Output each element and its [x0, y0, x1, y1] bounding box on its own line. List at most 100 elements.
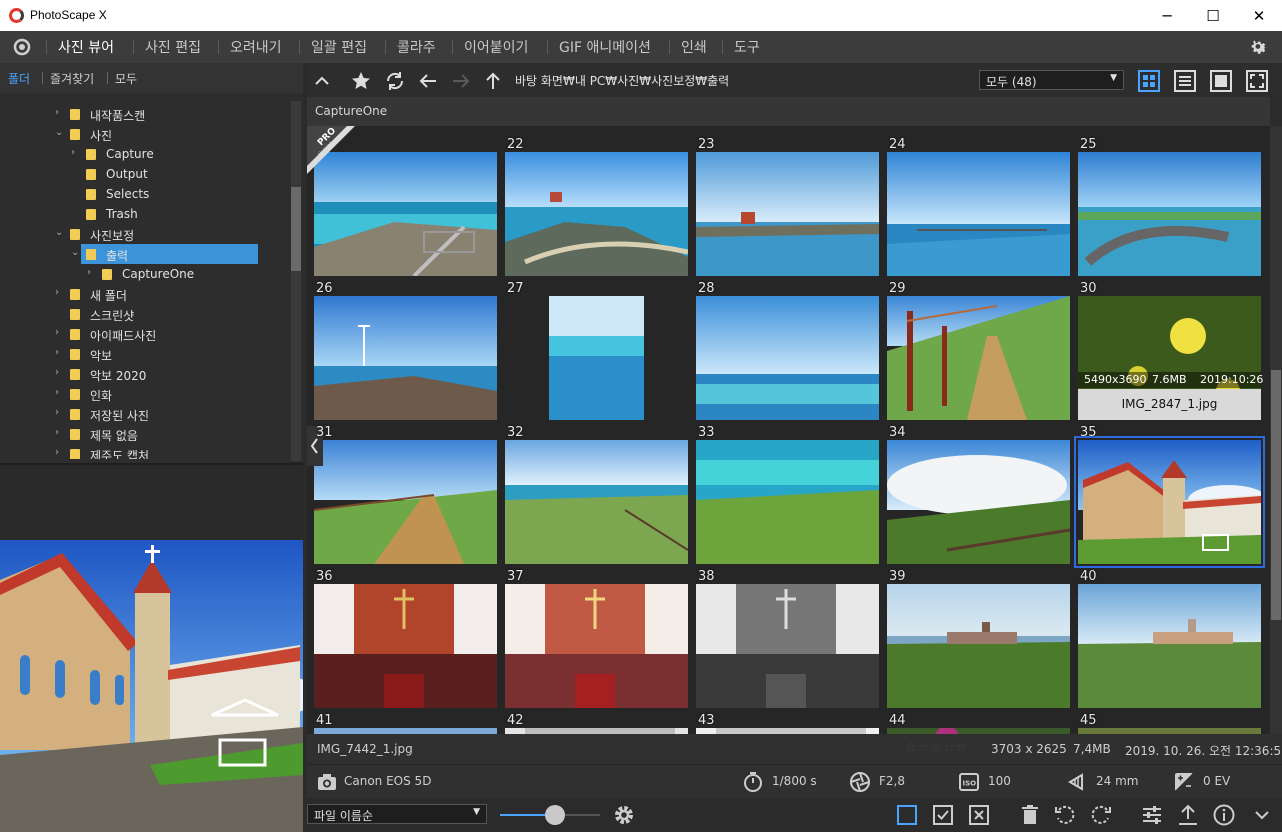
photoscape-logo-icon[interactable]	[12, 38, 32, 56]
folder-tree-item[interactable]: Selects	[0, 184, 290, 204]
close-button[interactable]: ✕	[1236, 0, 1282, 31]
thumbnail[interactable]: 42	[505, 713, 696, 734]
thumbnail[interactable]: 30 5490x3690 7.6MB 2019:10:26 IMG_2847_1.jpg	[1078, 281, 1269, 426]
folder-tree-item[interactable]: ⌄ 출력	[0, 244, 290, 264]
forward-arrow-icon[interactable]	[450, 70, 472, 92]
sort-dropdown[interactable]: 파일 이름순 ▼	[307, 804, 487, 824]
thumbnail[interactable]: 41	[314, 713, 505, 734]
expand-chevron-icon[interactable]: ›	[71, 147, 75, 158]
expand-down-chevron-icon[interactable]	[1250, 803, 1274, 827]
thumbnail-settings-gear-icon[interactable]	[612, 803, 636, 827]
thumbnail[interactable]: 31	[314, 425, 505, 570]
collapse-up-icon[interactable]	[311, 70, 333, 92]
thumbnail[interactable]: 32	[505, 425, 696, 570]
select-all-check-icon[interactable]	[931, 803, 955, 827]
share-export-icon[interactable]	[1176, 803, 1200, 827]
folder-tree-item[interactable]: › CaptureOne	[0, 264, 290, 284]
thumbnail[interactable]: 33	[696, 425, 887, 570]
thumbnail[interactable]: 23	[696, 137, 887, 282]
folder-tree-item[interactable]: › 제주도 캡처	[0, 444, 290, 459]
thumbnail[interactable]: 22	[505, 137, 696, 282]
list-view-icon[interactable]	[1174, 70, 1196, 92]
folder-tree-item[interactable]: › 내작품스캔	[0, 104, 290, 124]
thumbnail[interactable]: 40	[1078, 569, 1269, 714]
folder-tree-item[interactable]: › 악보	[0, 344, 290, 364]
folder-tree-item[interactable]: ⌄ 사진	[0, 124, 290, 144]
refresh-icon[interactable]	[384, 70, 406, 92]
thumbnail[interactable]: 29	[887, 281, 1078, 426]
fullscreen-icon[interactable]	[1246, 70, 1268, 92]
left-panel-tab[interactable]: 즐겨찾기	[50, 70, 94, 87]
thumbnail[interactable]: 34	[887, 425, 1078, 570]
thumbnail[interactable]: 26	[314, 281, 505, 426]
thumbnail[interactable]: 25	[1078, 137, 1269, 282]
filter-dropdown[interactable]: 모두 (48) ▼	[979, 70, 1124, 90]
minimize-button[interactable]: ─	[1144, 0, 1190, 31]
delete-trash-icon[interactable]	[1018, 803, 1042, 827]
thumbnail[interactable]: 44	[887, 713, 1078, 734]
grid-view-icon[interactable]	[1138, 70, 1160, 92]
menu-item[interactable]: 오려내기	[230, 37, 282, 57]
thumbnail[interactable]: 43	[696, 713, 887, 734]
select-none-checkbox-icon[interactable]	[895, 803, 919, 827]
menu-item[interactable]: 콜라주	[397, 37, 436, 57]
menu-item[interactable]: 이어붙이기	[464, 37, 528, 57]
expand-chevron-icon[interactable]: ›	[55, 407, 59, 418]
expand-chevron-icon[interactable]: ›	[55, 387, 59, 398]
thumbnail[interactable]: 37	[505, 569, 696, 714]
adjust-sliders-icon[interactable]	[1140, 803, 1164, 827]
menu-item[interactable]: 도구	[734, 37, 760, 57]
thumbnail-size-slider[interactable]	[500, 805, 600, 825]
folder-tree-item[interactable]: › 저장된 사진	[0, 404, 290, 424]
folder-tree-item[interactable]: › 악보 2020	[0, 364, 290, 384]
folder-tree-item[interactable]: › 새 폴더	[0, 284, 290, 304]
expand-chevron-icon[interactable]: ›	[55, 447, 59, 458]
folder-tree-item[interactable]: 스크린샷	[0, 304, 290, 324]
expand-chevron-icon[interactable]: ›	[55, 347, 59, 358]
thumbnail[interactable]: 45	[1078, 713, 1269, 734]
folder-tree-item[interactable]: ⌄ 사진보정	[0, 224, 290, 244]
collapse-chevron-icon[interactable]: ⌄	[71, 247, 79, 258]
thumbnail[interactable]: 36	[314, 569, 505, 714]
thumbnail[interactable]: 38	[696, 569, 887, 714]
rating-stars[interactable]: ☆☆☆☆☆	[905, 740, 968, 755]
scrollbar-thumb[interactable]	[291, 187, 301, 271]
thumbnail[interactable]: 24	[887, 137, 1078, 282]
expand-chevron-icon[interactable]: ›	[87, 267, 91, 278]
folder-tree-item[interactable]: Output	[0, 164, 290, 184]
breadcrumb-path[interactable]: 바탕 화면₩내 PC₩사진₩사진보정₩출력	[515, 72, 729, 89]
folder-tree-item[interactable]: › 아이패드사진	[0, 324, 290, 344]
menu-item[interactable]: 사진 뷰어	[58, 37, 114, 57]
menu-item[interactable]: GIF 애니메이션	[559, 37, 651, 57]
collapse-chevron-icon[interactable]: ⌄	[55, 227, 63, 238]
expand-chevron-icon[interactable]: ›	[55, 107, 59, 118]
folder-tree-item[interactable]: › 인화	[0, 384, 290, 404]
folder-tree-item[interactable]: Trash	[0, 204, 290, 224]
thumbnail[interactable]: 39	[887, 569, 1078, 714]
deselect-x-icon[interactable]	[967, 803, 991, 827]
folder-tree-item[interactable]: › Capture	[0, 144, 290, 164]
expand-chevron-icon[interactable]: ›	[55, 287, 59, 298]
rotate-left-icon[interactable]	[1053, 803, 1077, 827]
left-panel-tab[interactable]: 폴더	[8, 70, 30, 87]
scrollbar-thumb[interactable]	[1271, 370, 1281, 620]
maximize-button[interactable]: ☐	[1190, 0, 1236, 31]
collapse-chevron-icon[interactable]: ⌄	[55, 127, 63, 138]
expand-chevron-icon[interactable]: ›	[55, 367, 59, 378]
single-view-icon[interactable]	[1210, 70, 1232, 92]
menu-item[interactable]: 사진 편집	[145, 37, 201, 57]
thumbnail[interactable]: 35	[1074, 425, 1269, 570]
parent-folder-up-icon[interactable]	[482, 70, 504, 92]
favorite-star-icon[interactable]	[350, 70, 372, 92]
left-panel-tab[interactable]: 모두	[115, 70, 137, 87]
menu-item[interactable]: 일괄 편집	[311, 37, 367, 57]
rotate-right-icon[interactable]	[1089, 803, 1113, 827]
menu-item[interactable]: 인쇄	[681, 37, 707, 57]
expand-chevron-icon[interactable]: ›	[55, 327, 59, 338]
back-arrow-icon[interactable]	[417, 70, 439, 92]
slider-knob[interactable]	[545, 805, 565, 825]
expand-chevron-icon[interactable]: ›	[55, 427, 59, 438]
thumbnail[interactable]: 27	[505, 281, 696, 426]
folder-tree-scrollbar[interactable]	[291, 101, 301, 461]
grid-scrollbar[interactable]	[1270, 126, 1282, 734]
